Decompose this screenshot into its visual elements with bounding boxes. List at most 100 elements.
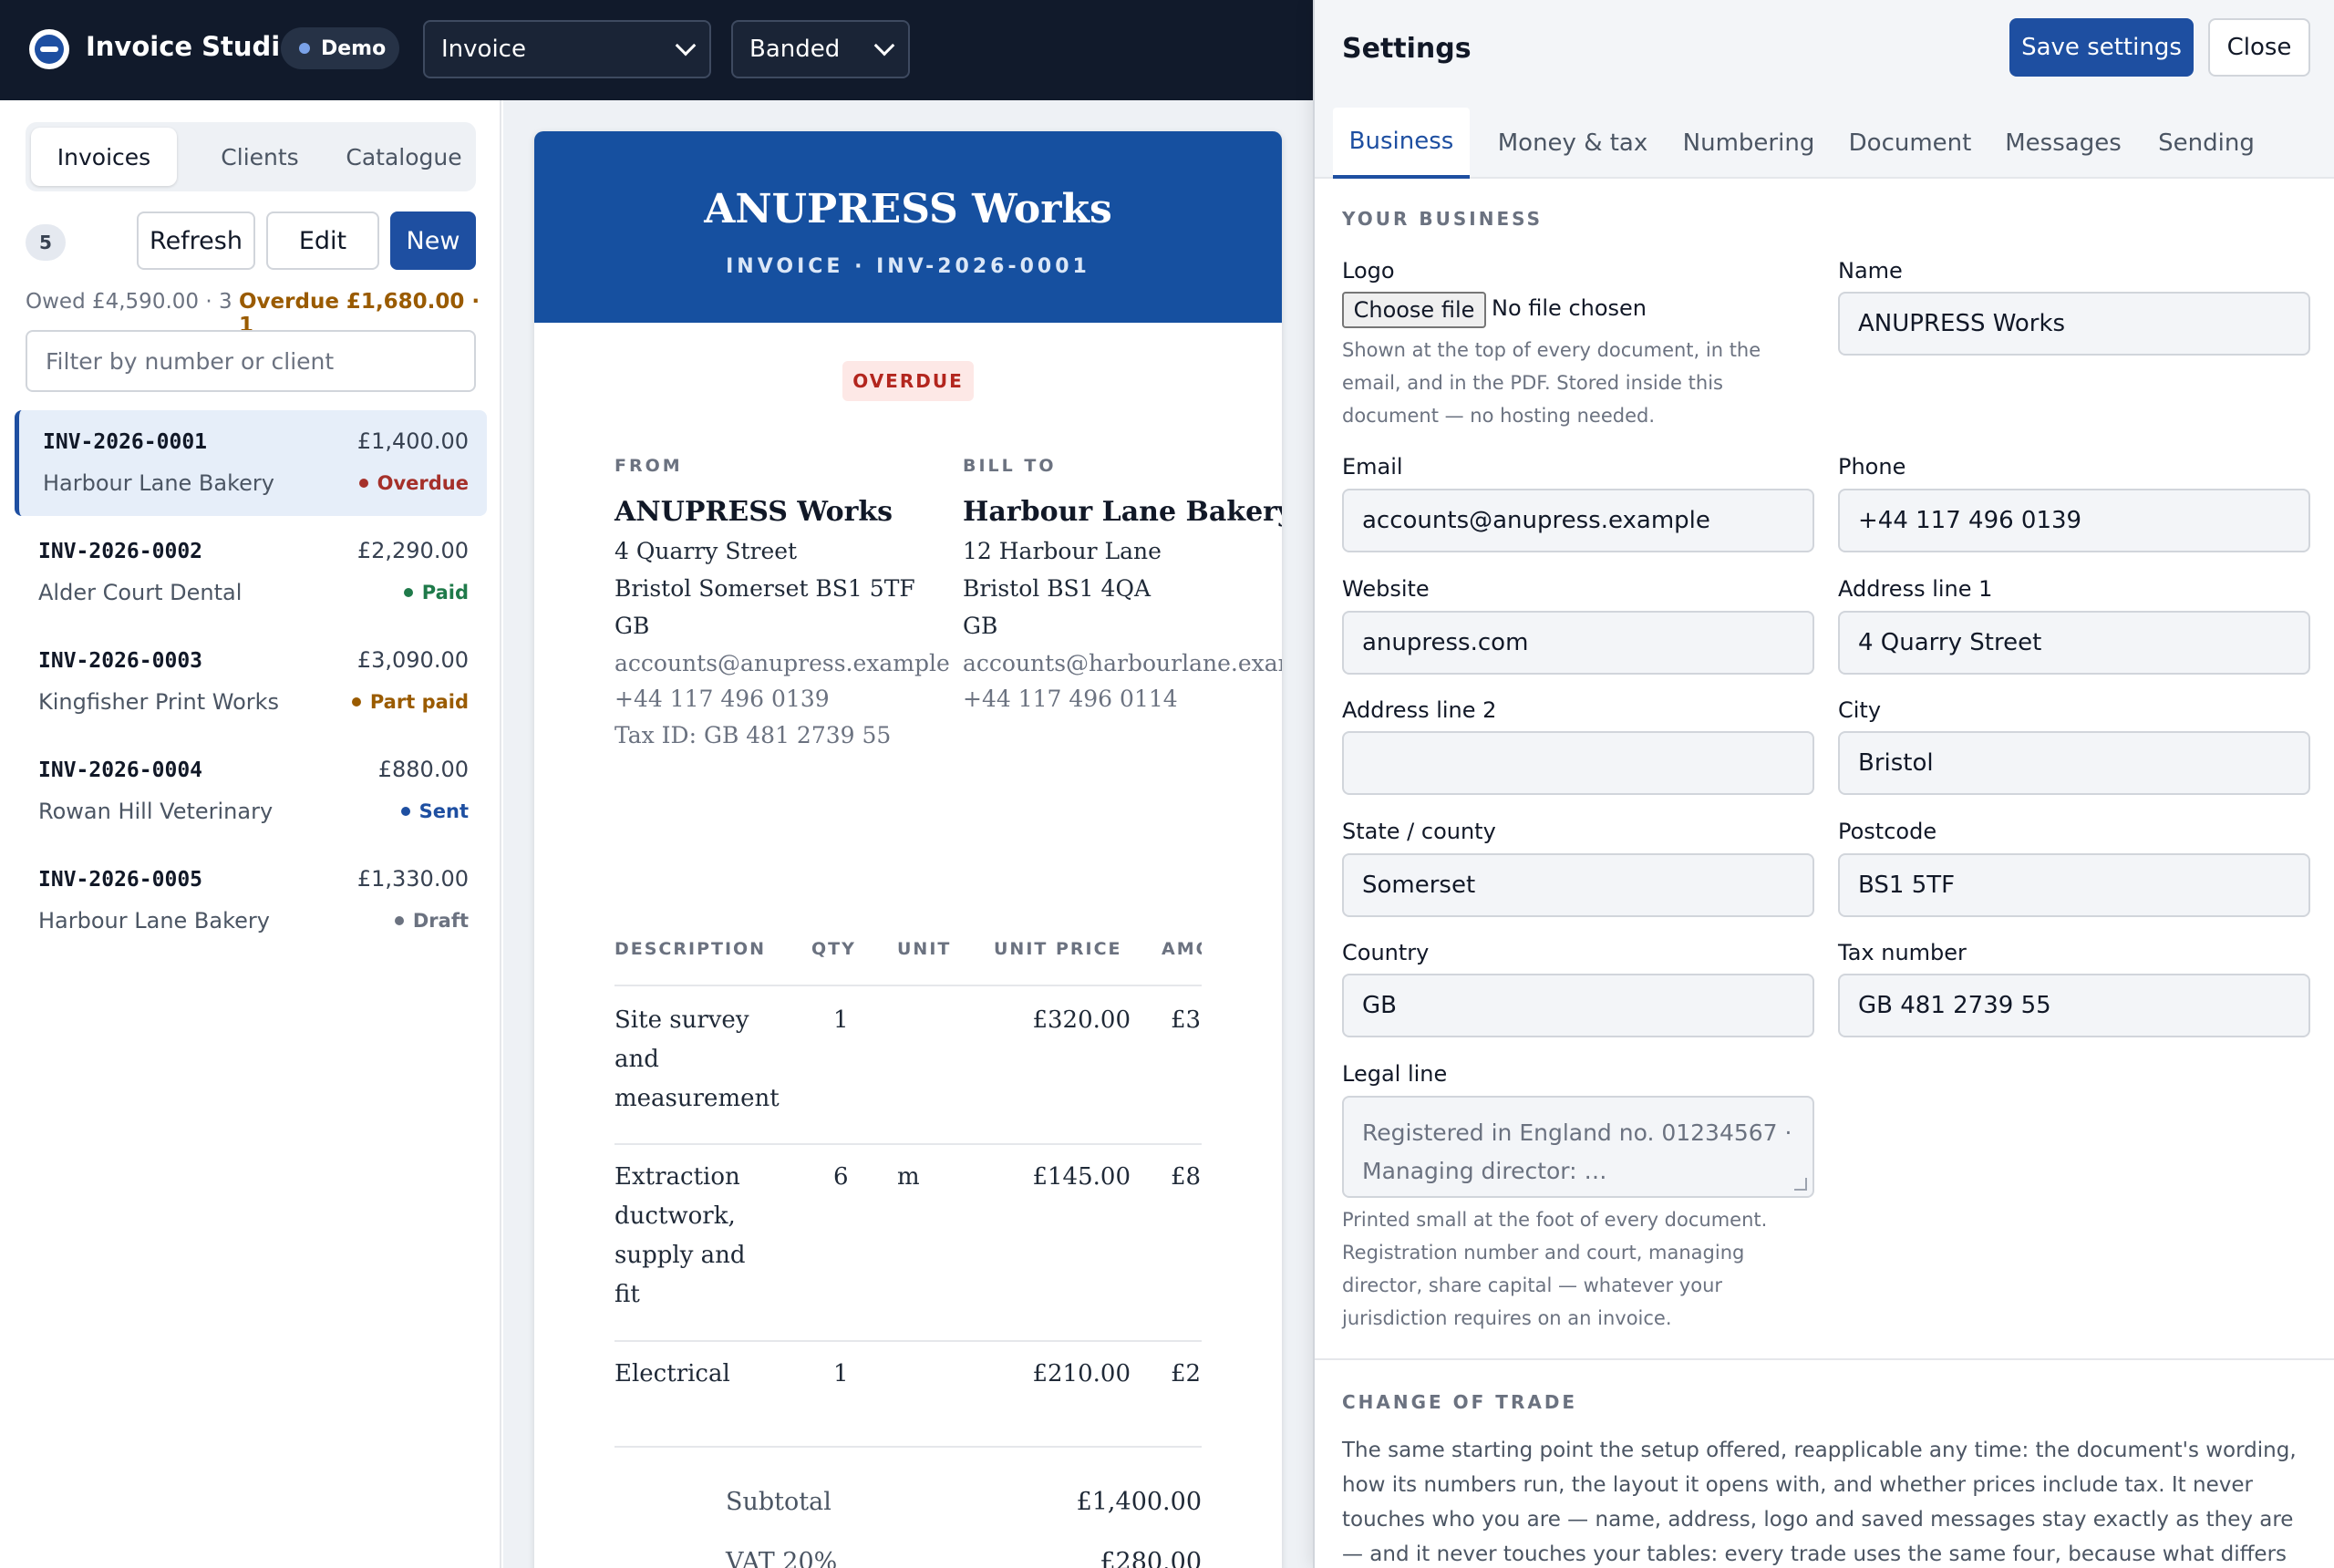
state-field[interactable]: Somerset (1342, 853, 1814, 917)
new-invoice-button[interactable]: New (390, 211, 476, 270)
invoice-client: Kingfisher Print Works (38, 689, 280, 715)
document-style-value: Banded (749, 36, 841, 63)
description-line: supply and (614, 1242, 746, 1269)
status-label: Draft (412, 910, 469, 932)
refresh-button[interactable]: Refresh (137, 211, 255, 270)
website-label: Website (1342, 576, 1430, 602)
city-field[interactable]: Bristol (1838, 731, 2310, 795)
status-dot-icon (299, 43, 310, 54)
description-line: certification (614, 1394, 760, 1398)
invoice-client: Rowan Hill Veterinary (38, 799, 274, 824)
invoice-number: INV-2026-0003 (38, 649, 203, 673)
invoice-list-item[interactable]: INV-2026-0003 £3,090.00 Kingfisher Print… (15, 629, 487, 735)
name-label: Name (1838, 258, 1903, 284)
item-unit-price: £320.00 (1032, 1006, 1131, 1034)
section-your-business: YOUR BUSINESS (1342, 208, 1544, 230)
postcode-field[interactable]: BS1 5TF (1838, 853, 2310, 917)
invoice-client: Alder Court Dental (38, 580, 243, 605)
bill-to-phone: +44 117 496 0114 (963, 686, 1178, 712)
item-qty: 6 (833, 1163, 849, 1191)
address2-field[interactable] (1342, 731, 1814, 795)
status-badge: Part paid (351, 691, 469, 713)
status-dot-icon (400, 807, 410, 816)
demo-badge: Demo (281, 27, 399, 69)
legal-line-textarea[interactable]: Registered in England no. 01234567 · Man… (1342, 1096, 1814, 1198)
description-line: measurement (614, 1085, 780, 1112)
tab-invoices[interactable]: Invoices (31, 128, 177, 186)
bill-to-address-line: 12 Harbour Lane (963, 538, 1162, 564)
from-address-line: Bristol Somerset BS1 5TF (614, 575, 915, 602)
invoice-list-item[interactable]: INV-2026-0004 £880.00 Rowan Hill Veterin… (15, 738, 487, 844)
tab-document[interactable]: Document (1836, 108, 1984, 179)
description-line: Electrical (614, 1360, 730, 1387)
choose-file-button[interactable]: Choose file (1342, 292, 1486, 328)
name-field[interactable]: ANUPRESS Works (1838, 292, 2310, 356)
invoice-amount: £880.00 (377, 757, 469, 782)
column-header: DESCRIPTION (614, 939, 767, 959)
resize-handle-icon[interactable] (1794, 1178, 1807, 1191)
status-label: Part paid (369, 691, 469, 713)
tax-number-field[interactable]: GB 481 2739 55 (1838, 974, 2310, 1037)
app-logo (29, 29, 69, 69)
tab-money-tax[interactable]: Money & tax (1484, 108, 1661, 179)
invoice-list-item[interactable]: INV-2026-0005 £1,330.00 Harbour Lane Bak… (15, 848, 487, 954)
tab-catalogue[interactable]: Catalogue (336, 128, 472, 186)
tab-numbering[interactable]: Numbering (1674, 108, 1823, 179)
description-line: and (614, 1046, 659, 1073)
item-unit-price: £210.00 (1032, 1360, 1131, 1387)
document-type-select[interactable]: Invoice (423, 20, 711, 78)
logo-hint: Shown at the top of every document, in t… (1342, 339, 1761, 427)
tab-business[interactable]: Business (1333, 108, 1470, 179)
overdue-stamp: OVERDUE (842, 361, 974, 401)
edit-button[interactable]: Edit (266, 211, 379, 270)
invoice-number: INV-2026-0002 (38, 540, 203, 563)
invoice-amount: £1,330.00 (356, 866, 469, 892)
demo-label: Demo (321, 36, 387, 60)
table-divider (614, 1446, 1202, 1448)
status-badge: Paid (403, 582, 469, 603)
settings-panel: Settings Save settings Close Business Mo… (1313, 0, 2334, 1568)
email-label: Email (1342, 454, 1403, 480)
document-business-name: ANUPRESS Works (704, 186, 1112, 232)
save-settings-button[interactable]: Save settings (2009, 18, 2194, 77)
table-divider (614, 985, 1202, 986)
city-label: City (1838, 697, 1882, 723)
tab-clients[interactable]: Clients (201, 128, 319, 186)
filter-input[interactable]: Filter by number or client (26, 330, 476, 392)
from-name: ANUPRESS Works (614, 496, 893, 528)
phone-field[interactable]: +44 117 496 0139 (1838, 489, 2310, 552)
postcode-label: Postcode (1838, 819, 1937, 844)
status-label: Overdue (377, 472, 469, 494)
invoice-amount: £3,090.00 (356, 647, 469, 673)
section-divider (1315, 1358, 2334, 1360)
item-description: Site survey and measurement (614, 1001, 780, 1119)
column-header: AMOUNT (1162, 939, 1202, 959)
invoice-preview: ANUPRESS Works INVOICE · INV-2026-0001 O… (503, 100, 1313, 1568)
legal-line-label: Legal line (1342, 1061, 1448, 1087)
invoice-list-item[interactable]: INV-2026-0001 £1,400.00 Harbour Lane Bak… (15, 410, 487, 516)
address1-field[interactable]: 4 Quarry Street (1838, 611, 2310, 675)
item-amount: £870.00 (1171, 1163, 1202, 1191)
country-field[interactable]: GB (1342, 974, 1814, 1037)
item-qty: 1 (833, 1006, 849, 1034)
website-field[interactable]: anupress.com (1342, 611, 1814, 675)
description-line: fit (614, 1281, 640, 1308)
settings-tabs: Business Money & tax Numbering Document … (1315, 100, 2334, 179)
status-dot-icon (351, 697, 361, 707)
bill-to-address-line: GB (963, 613, 998, 639)
tab-sending[interactable]: Sending (2143, 108, 2270, 179)
status-badge: Sent (400, 800, 469, 822)
document-style-select[interactable]: Banded (731, 20, 910, 78)
status-badge: Draft (394, 910, 469, 932)
subtotal-label: Subtotal (726, 1488, 831, 1516)
bill-to-email: accounts@harbourlane.example (963, 650, 1282, 676)
from-phone: +44 117 496 0139 (614, 686, 830, 712)
tab-messages[interactable]: Messages (1997, 108, 2130, 179)
invoice-amount: £2,290.00 (356, 538, 469, 563)
tax-number-label: Tax number (1838, 940, 1967, 965)
sidebar-tabs: Invoices Clients Catalogue (26, 122, 476, 191)
bill-to-name: Harbour Lane Bakery (963, 496, 1282, 528)
invoice-list-item[interactable]: INV-2026-0002 £2,290.00 Alder Court Dent… (15, 520, 487, 625)
email-field[interactable]: accounts@anupress.example (1342, 489, 1814, 552)
close-button[interactable]: Close (2208, 18, 2310, 77)
